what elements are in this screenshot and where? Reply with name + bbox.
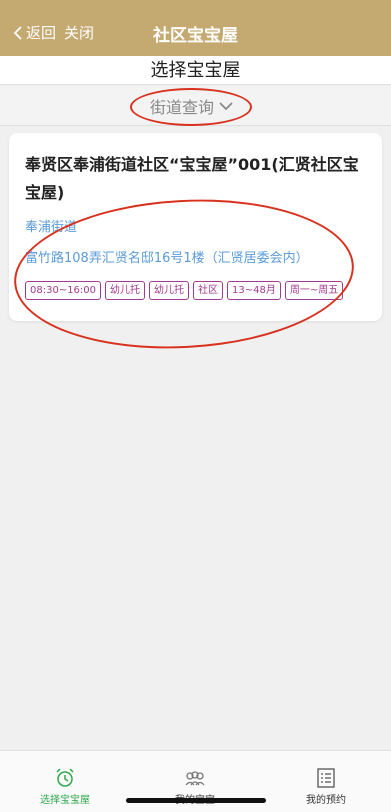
tag-service: 幼儿托 <box>149 281 190 300</box>
home-indicator <box>126 798 266 803</box>
tab-my-bookings[interactable]: 我的预约 <box>261 767 391 806</box>
nav-title: 社区宝宝屋 <box>153 26 238 46</box>
card-address: 富竹路108弄汇贤名邸16号1楼（汇贤居委会内） <box>25 251 309 266</box>
tab-select-house[interactable]: 选择宝宝屋 <box>0 767 130 806</box>
alarm-clock-icon <box>56 768 74 787</box>
back-label: 返回 <box>26 24 57 42</box>
nav-bar: 返回 关闭 社区宝宝屋 <box>0 0 391 56</box>
page-title: 选择宝宝屋 <box>0 56 391 85</box>
list-icon <box>317 768 335 788</box>
filter-bar: 街道查询 <box>0 86 391 126</box>
chevron-down-icon <box>219 102 233 111</box>
street-filter-label: 街道查询 <box>150 98 215 117</box>
card-street: 奉浦街道 <box>25 220 78 235</box>
babies-icon <box>185 771 205 786</box>
tag-hours: 08:30~16:00 <box>25 281 102 300</box>
back-button[interactable]: 返回 <box>12 22 56 43</box>
baby-house-card[interactable]: 奉贤区奉浦街道社区“宝宝屋”001(汇贤社区宝宝屋) 奉浦街道 富竹路108弄汇… <box>9 133 382 321</box>
tag-service: 幼儿托 <box>105 281 146 300</box>
tag-age: 13~48月 <box>227 281 281 300</box>
close-button[interactable]: 关闭 <box>64 22 94 43</box>
card-title: 奉贤区奉浦街道社区“宝宝屋”001(汇贤社区宝宝屋) <box>25 155 359 202</box>
tab-label: 选择宝宝屋 <box>40 795 90 806</box>
tag-days: 周一~周五 <box>284 281 344 300</box>
card-tags: 08:30~16:00 幼儿托 幼儿托 社区 13~48月 周一~周五 <box>25 281 347 300</box>
tab-label: 我的预约 <box>306 795 346 806</box>
chevron-left-icon <box>13 25 22 40</box>
street-filter-button[interactable]: 街道查询 <box>150 94 233 118</box>
tag-type: 社区 <box>193 281 224 300</box>
